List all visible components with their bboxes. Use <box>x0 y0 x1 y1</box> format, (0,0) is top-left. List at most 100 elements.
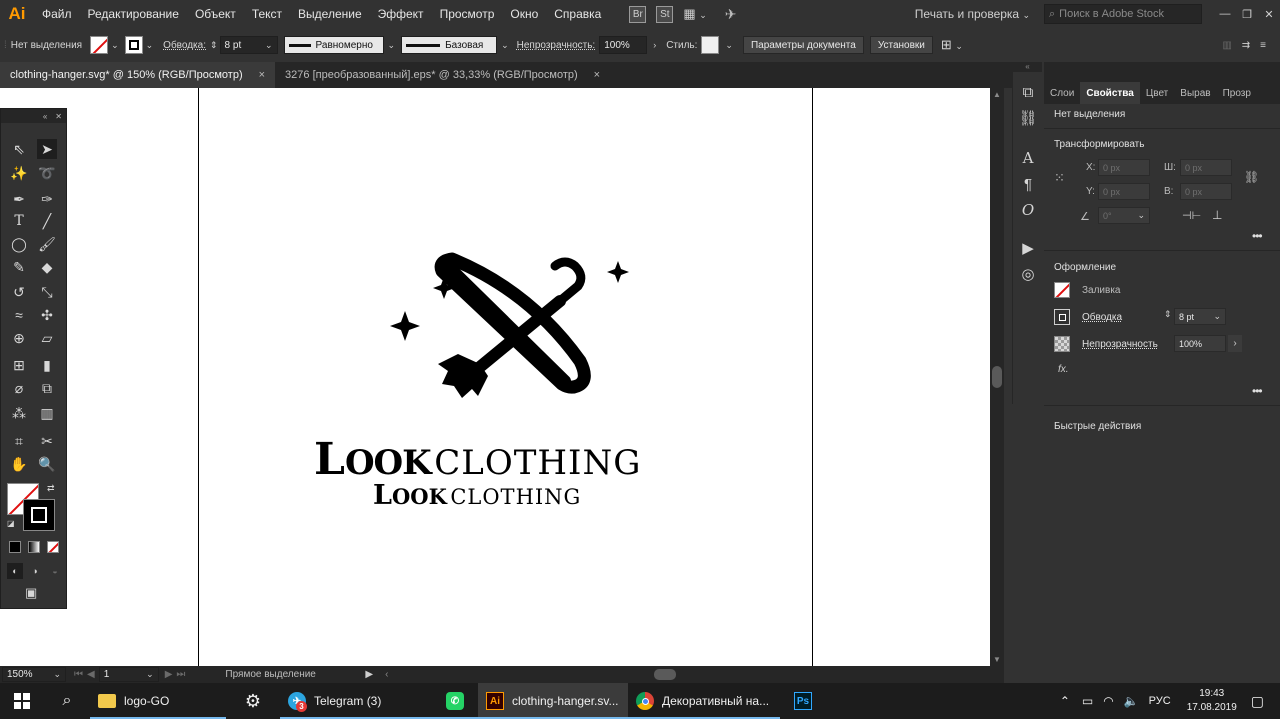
mesh-tool-icon[interactable]: ⊞ <box>9 355 29 375</box>
workspace-switcher[interactable]: Печать и проверка ⌄ <box>915 7 1044 21</box>
zoom-tool-icon[interactable]: 🔍 <box>37 454 57 474</box>
first-artboard-icon[interactable]: ⏮ <box>74 669 83 680</box>
stock-search-input[interactable]: ⌕ Поиск в Adobe Stock <box>1044 4 1202 24</box>
opentype-panel-icon[interactable]: O <box>1018 200 1038 220</box>
clock[interactable]: 19:43 17.08.2019 <box>1187 687 1237 715</box>
menu-file[interactable]: Файл <box>34 0 80 28</box>
align-options-icon[interactable]: ⊞ ⌄ <box>941 37 963 53</box>
gradient-mode-icon[interactable] <box>28 541 40 553</box>
stroke-stepper-icon[interactable]: ⇕ <box>210 40 218 51</box>
width-input[interactable]: 0 px <box>1180 159 1232 176</box>
reference-point-icon[interactable]: ⁙ <box>1054 170 1065 186</box>
close-button[interactable]: ✕ <box>1258 8 1280 21</box>
menu-help[interactable]: Справка <box>546 0 609 28</box>
next-artboard-icon[interactable]: ▶ <box>165 669 173 680</box>
profile-dropdown-icon[interactable]: ⌄ <box>388 40 396 51</box>
libraries-panel-icon[interactable]: ◎ <box>1018 264 1038 284</box>
line-segment-tool-icon[interactable]: ╱ <box>37 211 57 231</box>
slice-tool-icon[interactable]: ✂ <box>37 431 57 451</box>
notifications-icon[interactable]: ▢ <box>1251 693 1264 710</box>
taskbar-app-photoshop[interactable]: Ps <box>780 683 826 719</box>
scroll-up-icon[interactable]: ▲ <box>993 90 1001 99</box>
swap-fill-stroke-icon[interactable]: ⇄ <box>47 483 55 494</box>
document-setup-button[interactable]: Параметры документа <box>742 36 864 54</box>
tab-properties[interactable]: Свойства <box>1080 82 1140 104</box>
opacity-label[interactable]: Непрозрачность: <box>517 40 596 51</box>
tab-layers[interactable]: Слои <box>1044 82 1080 104</box>
stroke-color-box[interactable] <box>23 499 55 531</box>
menu-object[interactable]: Объект <box>187 0 244 28</box>
collapse-panel-icon[interactable]: « <box>43 112 47 121</box>
puppet-warp-tool-icon[interactable]: ✣ <box>37 305 57 325</box>
vertical-scrollbar[interactable]: ▲ ▼ <box>990 88 1004 666</box>
brand-text-large[interactable]: LOOK CLOTHING <box>314 434 704 485</box>
artboard-tool-icon[interactable]: ⌗ <box>9 431 29 451</box>
tab-align[interactable]: Вырав <box>1174 82 1216 104</box>
taskbar-app-chrome[interactable]: Декоративный на... <box>628 683 780 719</box>
angle-input[interactable]: 0° ⌄ <box>1098 207 1150 224</box>
actions-panel-icon[interactable]: ▶ <box>1018 238 1038 258</box>
distribute-icon[interactable]: ⇉ <box>1242 40 1250 51</box>
type-tool-icon[interactable]: T <box>9 211 29 231</box>
links-panel-icon[interactable]: ⛓ <box>1018 108 1038 128</box>
column-graph-tool-icon[interactable]: ▥ <box>37 403 57 423</box>
show-hidden-icons[interactable]: ⌃ <box>1060 694 1070 708</box>
horizontal-scroll-thumb[interactable] <box>654 669 677 680</box>
selection-tool-icon[interactable]: ⇖ <box>9 139 29 159</box>
curvature-tool-icon[interactable]: ✑ <box>37 189 57 209</box>
restore-button[interactable]: ❐ <box>1236 8 1258 21</box>
close-tab-icon[interactable]: × <box>594 69 600 81</box>
panel-menu-icon[interactable]: ≡ <box>1260 40 1266 51</box>
menu-select[interactable]: Выделение <box>290 0 370 28</box>
artboard-number-field[interactable]: 1 ⌄ <box>98 667 159 682</box>
brand-text-small[interactable]: LOOK CLOTHING <box>373 480 653 511</box>
gradient-tool-icon[interactable]: ▮ <box>37 355 57 375</box>
paintbrush-tool-icon[interactable]: 🖌 <box>37 234 57 254</box>
stroke-label[interactable]: Обводка: <box>163 40 206 51</box>
scroll-left-icon[interactable]: ‹ <box>385 669 388 680</box>
opacity-arrow-icon[interactable]: › <box>1228 335 1242 352</box>
eyedropper-tool-icon[interactable]: ⌀ <box>9 378 29 398</box>
zoom-field[interactable]: 150% ⌄ <box>2 667 66 682</box>
warp-tool-icon[interactable]: ≈ <box>9 305 29 325</box>
symbol-sprayer-tool-icon[interactable]: ⁂ <box>9 403 29 423</box>
close-panel-icon[interactable]: ✕ <box>55 112 62 121</box>
shaper-tool-icon[interactable]: ✎ <box>9 257 29 277</box>
bridge-button[interactable]: Br <box>629 5 647 23</box>
stroke-swatch[interactable] <box>124 36 143 54</box>
taskbar-app-telegram[interactable]: ✈ 3 Telegram (3) <box>280 683 432 719</box>
scroll-down-icon[interactable]: ▼ <box>993 655 1001 664</box>
tab-transparency[interactable]: Прозр <box>1217 82 1257 104</box>
shape-builder-tool-icon[interactable]: ⊕ <box>9 328 29 348</box>
gpu-performance-icon[interactable]: ✈ <box>725 6 737 23</box>
stroke-label[interactable]: Обводка <box>1082 312 1122 323</box>
direct-selection-tool-icon[interactable]: ➤ <box>37 139 57 159</box>
more-options-icon[interactable]: ••• <box>1252 229 1263 243</box>
draw-normal-icon[interactable]: ◐ <box>7 563 23 579</box>
volume-icon[interactable]: 🔈 <box>1124 694 1139 708</box>
taskbar-app-whatsapp[interactable]: ✆ <box>432 683 478 719</box>
fill-dropdown-icon[interactable]: ⌄ <box>111 40 119 51</box>
fill-swatch-icon[interactable] <box>1054 282 1070 298</box>
search-button[interactable]: ⌕ <box>44 683 90 719</box>
canvas[interactable]: LOOK CLOTHING LOOK CLOTHING <box>0 88 990 666</box>
fill-swatch[interactable] <box>90 36 109 54</box>
menu-effect[interactable]: Эффект <box>370 0 432 28</box>
stroke-dropdown-icon[interactable]: ⌄ <box>146 40 154 51</box>
battery-icon[interactable]: ▭ <box>1082 694 1093 708</box>
y-input[interactable]: 0 px <box>1098 183 1150 200</box>
hanger-logo-artwork[interactable] <box>380 246 670 416</box>
opacity-arrow-icon[interactable]: › <box>653 40 656 50</box>
menu-type[interactable]: Текст <box>244 0 290 28</box>
hand-tool-icon[interactable]: ✋ <box>9 454 29 474</box>
status-menu-icon[interactable]: ▶ <box>365 669 373 680</box>
menu-view[interactable]: Просмотр <box>432 0 503 28</box>
draw-behind-icon[interactable]: ◑ <box>27 563 43 579</box>
eraser-tool-icon[interactable]: ◆ <box>37 257 57 277</box>
align-icon[interactable]: ▥ <box>1222 40 1231 51</box>
opacity-checker-icon[interactable] <box>1054 336 1070 352</box>
height-input[interactable]: 0 px <box>1180 183 1232 200</box>
wifi-icon[interactable]: ◠ <box>1103 694 1113 708</box>
taskbar-app-settings[interactable]: ⚙ <box>226 683 280 719</box>
taskbar-app-illustrator[interactable]: Ai clothing-hanger.sv... <box>478 683 628 719</box>
